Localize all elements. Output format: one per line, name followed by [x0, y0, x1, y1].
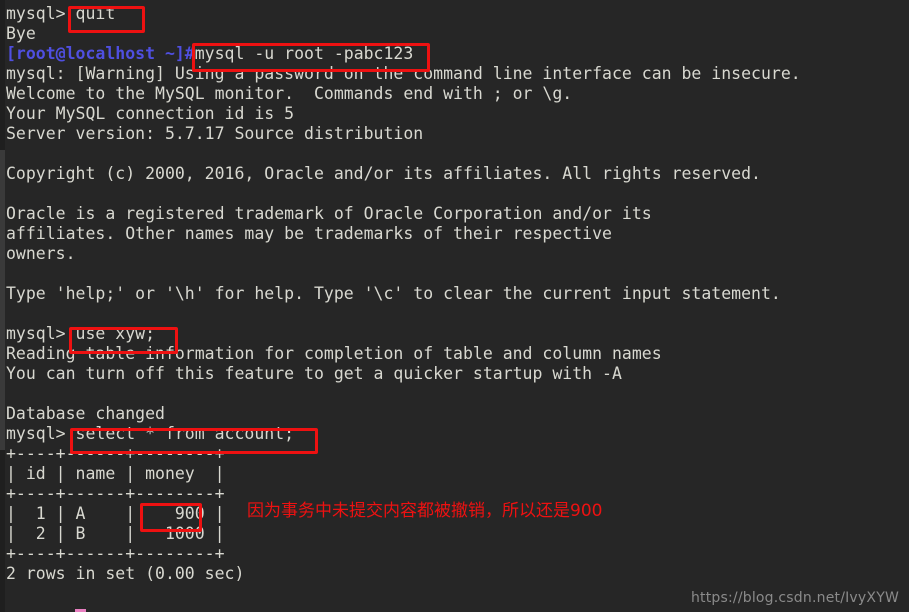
terminal-window: mysql> quit Bye [root@localhost ~]#mysql…	[0, 0, 909, 612]
terminal-scrollbar-thumb[interactable]	[0, 150, 5, 450]
shell-command: mysql -u root -pabc123	[194, 44, 414, 63]
terminal-line-row-count: 2 rows in set (0.00 sec)	[6, 564, 245, 583]
terminal-line: Reading table information for completion…	[6, 344, 662, 363]
terminal-line-table-border: +----+------+--------+	[6, 544, 225, 563]
terminal-line: affiliates. Other names may be trademark…	[6, 224, 612, 243]
terminal-line: Welcome to the MySQL monitor. Commands e…	[6, 84, 573, 103]
terminal-line-table-border: +----+------+--------+	[6, 444, 225, 463]
terminal-line: mysql: [Warning] Using a password on the…	[6, 64, 801, 83]
terminal-line-table-header: | id | name | money |	[6, 464, 225, 483]
terminal-line: You can turn off this feature to get a q…	[6, 364, 622, 383]
terminal-line: Server version: 5.7.17 Source distributi…	[6, 124, 424, 143]
watermark: https://blog.csdn.net/IvyXYW	[690, 590, 899, 606]
terminal-line-table-row: | 2 | B | 1000 |	[6, 524, 225, 543]
terminal-line: mysql> select * from account;	[6, 424, 295, 443]
annotation-note: 因为事务中未提交内容都被撤销，所以还是900	[247, 501, 603, 521]
terminal-line: mysql> use xyw;	[6, 324, 156, 343]
shell-prompt: [root@localhost ~]#	[6, 44, 195, 63]
terminal-line: Oracle is a registered trademark of Orac…	[6, 204, 652, 223]
terminal-line: Type 'help;' or '\h' for help. Type '\c'…	[6, 284, 781, 303]
terminal-line: Copyright (c) 2000, 2016, Oracle and/or …	[6, 164, 761, 183]
terminal-line: mysql> quit	[6, 4, 116, 23]
terminal-line: Your MySQL connection id is 5	[6, 104, 295, 123]
terminal-line: Database changed	[6, 404, 165, 423]
terminal-line: owners.	[6, 244, 76, 263]
terminal-line: Bye	[6, 24, 36, 43]
terminal-line-shell-prompt: [root@localhost ~]#mysql -u root -pabc12…	[6, 44, 906, 64]
terminal-scrollbar[interactable]	[0, 0, 5, 612]
